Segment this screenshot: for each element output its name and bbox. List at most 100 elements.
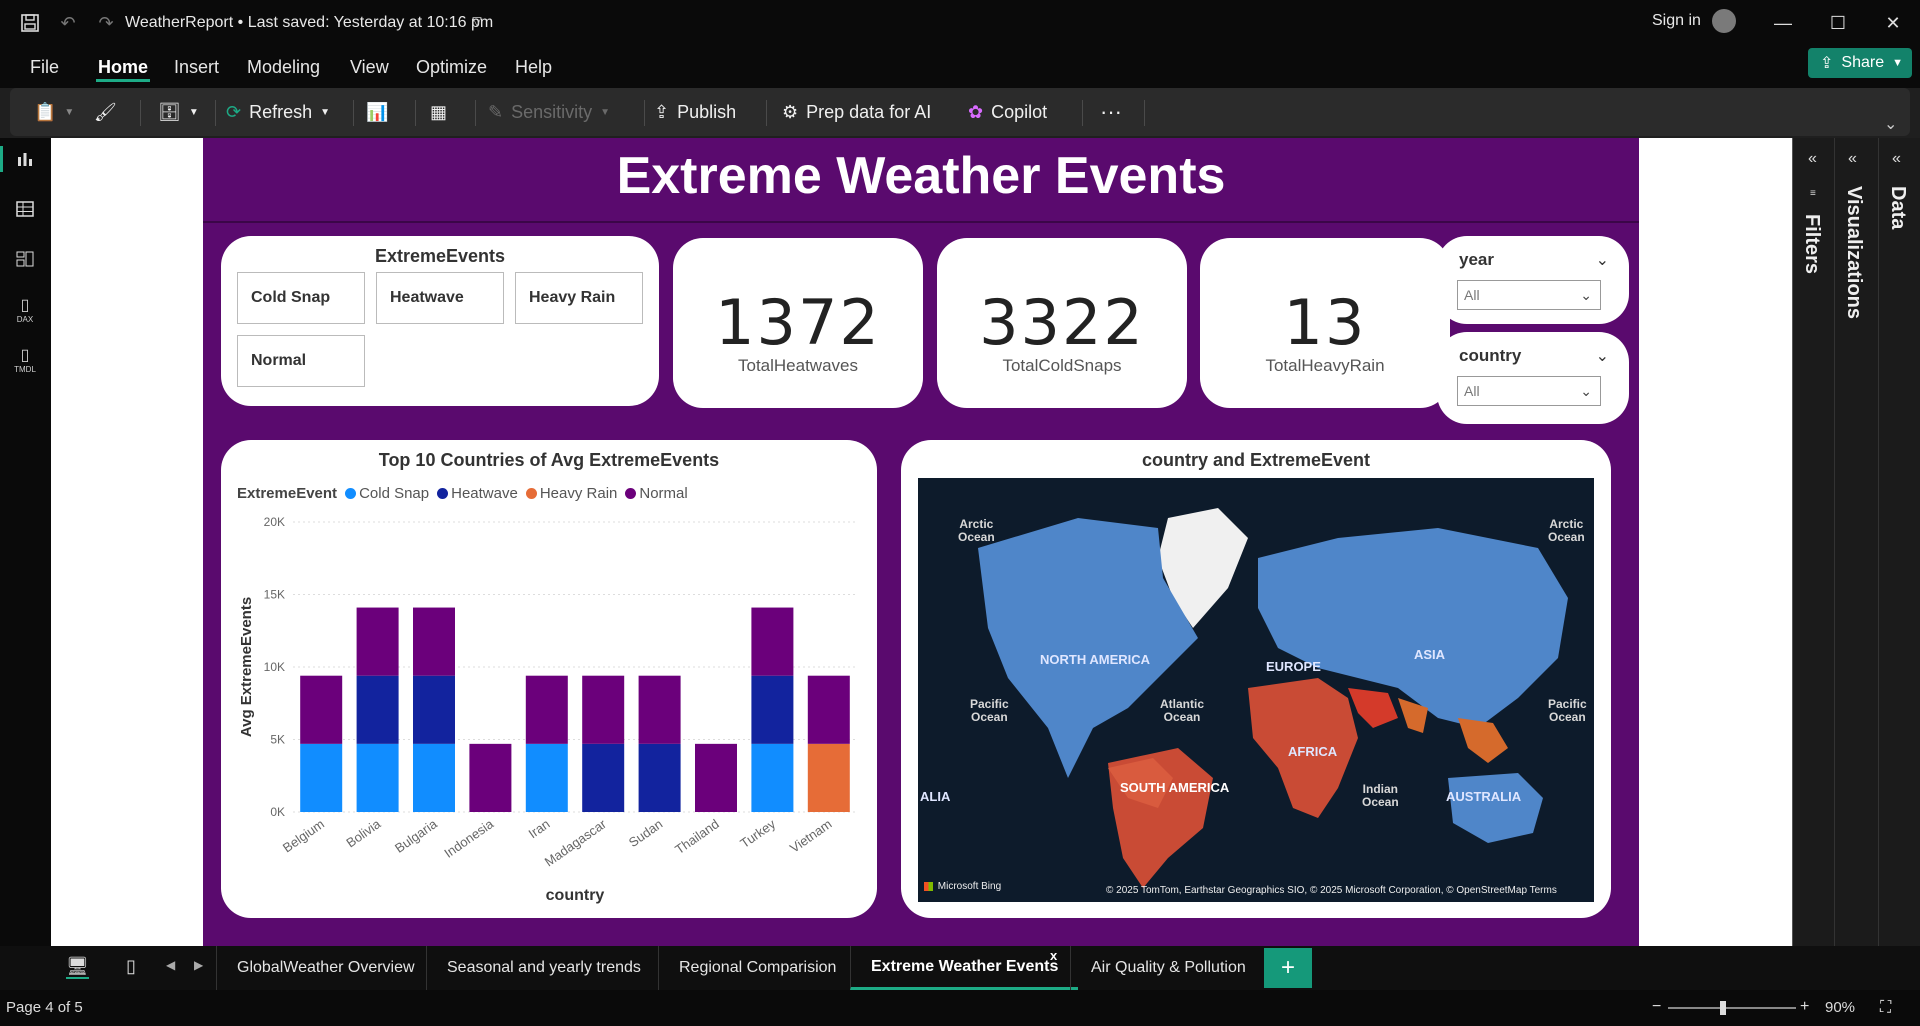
kpi-card-heatwaves[interactable]: 1372 TotalHeatwaves [673, 238, 923, 408]
ribbon-collapse-icon[interactable]: ⌄ [1884, 114, 1897, 134]
model-view-icon[interactable] [10, 244, 40, 274]
bar-segment[interactable] [300, 743, 343, 812]
bar-segment[interactable] [582, 743, 625, 812]
get-data-button[interactable]: 🗄 ▼ [158, 96, 199, 128]
bar-segment[interactable] [751, 607, 794, 676]
filters-pane-label[interactable]: Filters [1800, 214, 1823, 274]
slicer-item-heavy-rain[interactable]: Heavy Rain [515, 272, 643, 324]
menu-file[interactable]: File [28, 52, 61, 82]
add-page-button[interactable]: + [1264, 948, 1312, 988]
chevron-right-icon[interactable]: ▶ [194, 958, 203, 972]
bar-segment[interactable] [413, 743, 455, 812]
bar-segment[interactable] [582, 675, 625, 744]
menu-help[interactable]: Help [513, 52, 554, 82]
menu-insert[interactable]: Insert [172, 52, 221, 82]
map-card[interactable]: country and ExtremeEvent Arctic Ocean Ar… [901, 440, 1611, 918]
bar-segment[interactable] [356, 607, 399, 676]
bar-chart-card[interactable]: Top 10 Countries of Avg ExtremeEvents Ex… [221, 440, 877, 918]
ribbon-separator [644, 100, 645, 126]
tab-seasonal-trends[interactable]: Seasonal and yearly trends [426, 946, 661, 990]
chevron-down-icon[interactable]: ⌄ [1596, 346, 1609, 366]
bar-segment[interactable] [751, 743, 794, 812]
collapse-filters-icon[interactable]: « [1808, 150, 1817, 168]
bar-segment[interactable] [638, 675, 681, 744]
bar-segment[interactable] [413, 675, 455, 744]
save-icon[interactable] [17, 10, 43, 36]
redo-icon[interactable]: ↷ [93, 10, 119, 36]
avatar[interactable] [1712, 9, 1736, 33]
calculator-button[interactable]: ▦ [430, 96, 447, 128]
minimize-icon[interactable]: — [1768, 8, 1798, 38]
maximize-icon[interactable]: ☐ [1823, 8, 1853, 38]
bar-segment[interactable] [807, 675, 850, 744]
paste-button[interactable]: 📋 ▼ [34, 96, 74, 128]
x-tick-label: Sudan [626, 816, 665, 850]
chevron-down-icon[interactable]: ⌄ [1596, 250, 1609, 270]
year-dropdown[interactable]: All ⌄ [1457, 280, 1601, 310]
menu-view[interactable]: View [348, 52, 391, 82]
more-options-button[interactable]: ··· [1100, 96, 1122, 128]
title-dropdown-icon[interactable]: ▽ [464, 8, 490, 34]
collapse-data-icon[interactable]: « [1892, 150, 1901, 168]
share-button[interactable]: ⇪ Share ▼ [1808, 48, 1912, 78]
map-label-alia: ALIA [920, 789, 951, 804]
desktop-layout-icon[interactable]: 🖥 [66, 956, 89, 979]
bar-segment[interactable] [638, 743, 681, 812]
fit-to-page-icon[interactable]: ⛶ [1880, 999, 1891, 1017]
sign-in-link[interactable]: Sign in [1652, 12, 1701, 30]
kpi-card-coldsnaps[interactable]: 3322 TotalColdSnaps [937, 238, 1187, 408]
close-icon[interactable]: ✕ [1878, 8, 1908, 38]
prep-data-button[interactable]: ⚙ Prep data for AI [782, 96, 931, 128]
bar-segment[interactable] [751, 675, 794, 744]
bar-segment[interactable] [695, 743, 737, 812]
map-credit[interactable]: © 2025 TomTom, Earthstar Geographics SIO… [1106, 885, 1557, 896]
year-slicer[interactable]: year ⌄ All ⌄ [1437, 236, 1629, 324]
country-dropdown[interactable]: All ⌄ [1457, 376, 1601, 406]
slicer-item-cold-snap[interactable]: Cold Snap [237, 272, 365, 324]
collapse-visualizations-icon[interactable]: « [1848, 150, 1857, 168]
bar-segment[interactable] [356, 675, 399, 744]
visualizations-pane-label[interactable]: Visualizations [1842, 186, 1865, 319]
tab-close-icon[interactable]: x [1050, 948, 1057, 963]
report-view-icon[interactable] [0, 144, 40, 174]
data-pane-label[interactable]: Data [1886, 186, 1909, 229]
zoom-in-icon[interactable]: + [1800, 998, 1809, 1016]
tmdl-view-icon[interactable]: ▯ TMDL [10, 344, 40, 374]
menu-modeling[interactable]: Modeling [245, 52, 322, 82]
chevron-left-icon[interactable]: ◀ [166, 958, 175, 972]
menu-home[interactable]: Home [96, 52, 151, 82]
bar-segment[interactable] [807, 743, 850, 812]
copilot-button[interactable]: ✿ Copilot [968, 96, 1047, 128]
bar-segment[interactable] [413, 607, 455, 676]
world-map[interactable]: Arctic Ocean Arctic Ocean NORTH AMERICA … [918, 478, 1594, 902]
extreme-events-slicer[interactable]: ExtremeEvents Cold Snap Heatwave Heavy R… [221, 236, 659, 406]
table-view-icon[interactable] [10, 194, 40, 224]
bar-segment[interactable] [300, 675, 343, 744]
tab-air-quality[interactable]: Air Quality & Pollution [1070, 946, 1266, 990]
country-slicer[interactable]: country ⌄ All ⌄ [1437, 332, 1629, 424]
tab-globalweather-overview[interactable]: GlobalWeather Overview [216, 946, 435, 990]
sensitivity-button[interactable]: ✎ Sensitivity ▼ [488, 96, 610, 128]
format-painter-button[interactable]: 🖌 [94, 96, 117, 128]
zoom-level[interactable]: 90% [1825, 999, 1855, 1016]
zoom-slider[interactable] [1668, 1001, 1796, 1015]
tab-regional-comparision[interactable]: Regional Comparision [658, 946, 856, 990]
zoom-out-icon[interactable]: − [1652, 998, 1661, 1016]
menu-optimize[interactable]: Optimize [414, 52, 489, 82]
undo-icon[interactable]: ↶ [55, 10, 81, 36]
mobile-layout-icon[interactable]: ▯ [126, 956, 136, 977]
bar-segment[interactable] [469, 743, 512, 812]
dax-query-icon[interactable]: ▯ DAX [10, 294, 40, 324]
publish-button[interactable]: ⇪ Publish [654, 96, 736, 128]
slicer-item-normal[interactable]: Normal [237, 335, 365, 387]
new-visual-button[interactable]: 📊 [366, 96, 388, 128]
refresh-button[interactable]: ⟳ Refresh ▼ [226, 96, 330, 128]
bar-segment[interactable] [525, 743, 568, 812]
window-title[interactable]: WeatherReport • Last saved: Yesterday at… [125, 14, 493, 32]
bar-segment[interactable] [525, 675, 568, 744]
zoom-thumb[interactable] [1720, 1001, 1726, 1015]
slicer-item-heatwave[interactable]: Heatwave [376, 272, 504, 324]
tab-extreme-weather-events[interactable]: Extreme Weather Events [850, 946, 1079, 990]
bar-segment[interactable] [356, 743, 399, 812]
kpi-card-heavyrain[interactable]: 13 TotalHeavyRain [1200, 238, 1450, 408]
